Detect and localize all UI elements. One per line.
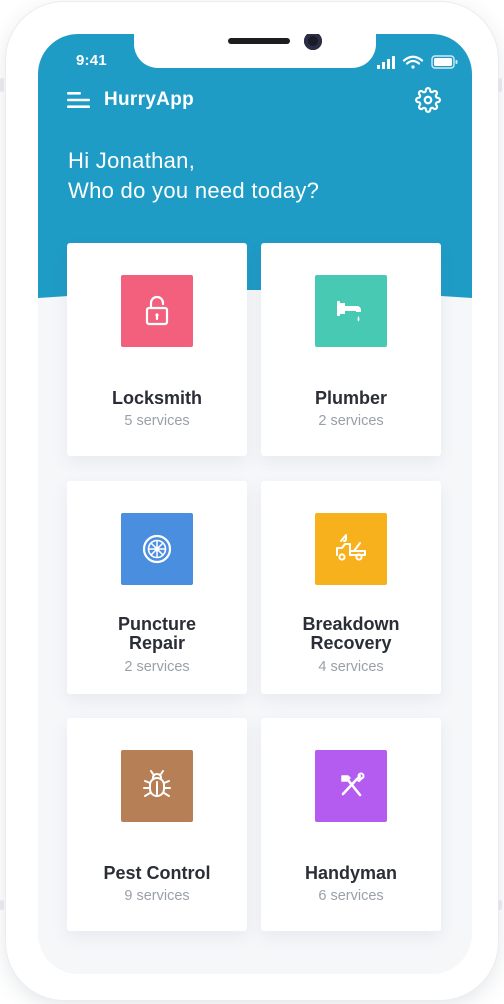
side-button-lower-left xyxy=(0,900,4,910)
service-card-pest-control[interactable]: Pest Control 9 services xyxy=(67,718,247,931)
service-title: Puncture Repair xyxy=(117,614,196,653)
battery-icon xyxy=(431,55,458,69)
service-title: Locksmith xyxy=(111,388,203,408)
volume-button xyxy=(0,78,4,92)
gear-icon[interactable] xyxy=(415,87,441,113)
tow-truck-icon xyxy=(336,534,366,561)
padlock-icon xyxy=(145,295,169,326)
service-count: 4 services xyxy=(318,659,384,675)
bug-icon xyxy=(143,770,171,797)
side-button-lower-right xyxy=(498,900,502,910)
service-title: Handyman xyxy=(304,863,398,883)
menu-icon[interactable] xyxy=(66,89,92,111)
service-count: 6 services xyxy=(318,888,384,904)
service-card-puncture-repair[interactable]: Puncture Repair 2 services xyxy=(67,481,247,694)
service-card-handyman[interactable]: Handyman 6 services xyxy=(261,718,441,931)
locksmith-icon-tile xyxy=(121,275,193,347)
speaker-grille xyxy=(228,38,290,44)
service-card-locksmith[interactable]: Locksmith 5 services xyxy=(67,243,247,456)
tire-icon xyxy=(142,534,172,564)
service-title: Breakdown Recovery xyxy=(302,614,400,653)
service-card-breakdown-recovery[interactable]: Breakdown Recovery 4 services xyxy=(261,481,441,694)
greeting-line-2: Who do you need today? xyxy=(68,178,320,203)
puncture-icon-tile xyxy=(121,513,193,585)
service-count: 2 services xyxy=(124,659,190,675)
greeting-line-1: Hi Jonathan, xyxy=(68,148,196,173)
service-count: 9 services xyxy=(124,888,190,904)
status-icons xyxy=(377,55,458,69)
plumber-icon-tile xyxy=(315,275,387,347)
hammer-icon xyxy=(341,772,365,797)
service-title: Plumber xyxy=(314,388,388,408)
phone-frame: 9:41 HurryApp Hi Jonathan, Who do you ne… xyxy=(0,2,502,1000)
signal-icon xyxy=(377,56,395,69)
power-button xyxy=(498,78,502,92)
service-card-plumber[interactable]: Plumber 2 services xyxy=(261,243,441,456)
wifi-icon xyxy=(402,55,424,69)
faucet-icon xyxy=(337,301,361,322)
status-time: 9:41 xyxy=(76,52,107,69)
pest-icon-tile xyxy=(121,750,193,822)
breakdown-icon-tile xyxy=(315,513,387,585)
app-title: HurryApp xyxy=(104,89,195,110)
device-notch xyxy=(134,34,376,68)
greeting: Hi Jonathan, Who do you need today? xyxy=(68,146,319,206)
service-count: 2 services xyxy=(318,413,384,429)
service-title: Pest Control xyxy=(103,863,211,883)
front-camera xyxy=(304,34,322,50)
service-count: 5 services xyxy=(124,413,190,429)
app-screen: 9:41 HurryApp Hi Jonathan, Who do you ne… xyxy=(38,34,472,974)
handyman-icon-tile xyxy=(315,750,387,822)
